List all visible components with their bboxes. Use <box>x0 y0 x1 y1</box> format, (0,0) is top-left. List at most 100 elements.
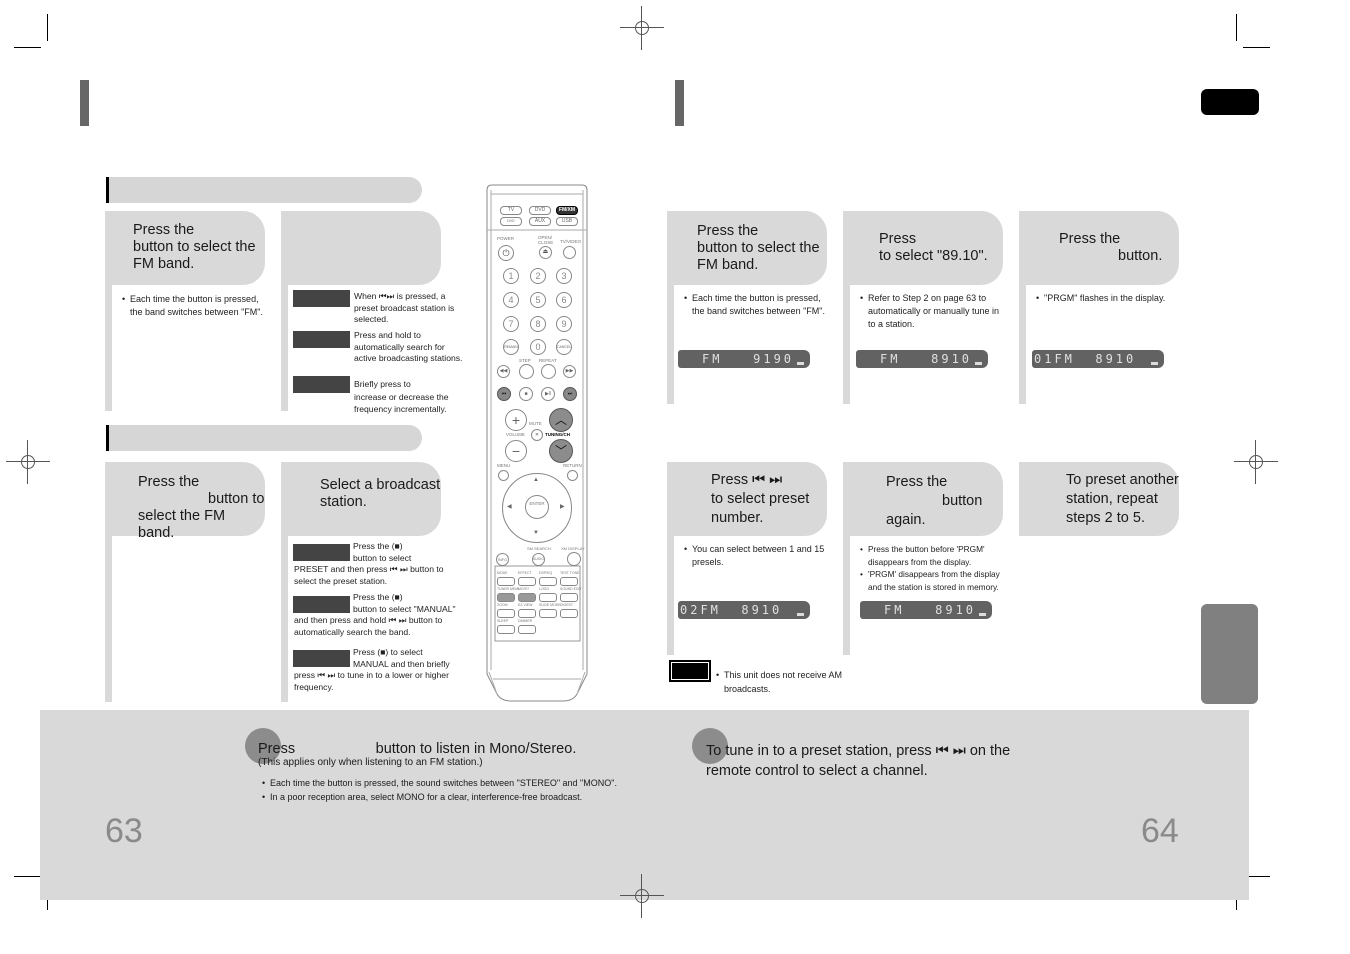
step-heading: Press ⏮ ⏭ to select preset number. <box>667 462 827 536</box>
tuning-down-button[interactable]: ﹀ <box>549 439 573 463</box>
volume-label: VOLUME <box>506 432 526 437</box>
bottom-left-heading: Press button to listen in Mono/Stereo. <box>258 741 577 757</box>
note-text: and then press and hold ⏮ ⏭ button to au… <box>294 615 443 637</box>
heading-line: Select a broadcast <box>320 477 441 493</box>
source-button-aux[interactable]: AUX <box>529 217 551 226</box>
digest-button[interactable] <box>560 609 578 618</box>
lcd-display: 02FM 8910 <box>678 601 810 619</box>
note-text: Press (■) to select <box>353 647 423 657</box>
effect-button[interactable] <box>518 577 536 586</box>
tv-video-label: TV/VIDEO <box>560 239 582 244</box>
volume-down-button[interactable]: − <box>505 440 527 462</box>
step-heading: Select a broadcast station. <box>281 462 441 536</box>
heading-line: station. <box>320 494 367 510</box>
dsp-eq-button[interactable] <box>539 577 557 586</box>
step-heading: Press the button to select the FM band. <box>105 462 265 541</box>
open-close-button[interactable]: ⏏ <box>539 246 552 259</box>
mo-st-button[interactable] <box>518 593 536 602</box>
mute-button[interactable]: ✕ <box>531 429 543 441</box>
lcd-display: FM 9190 <box>678 350 810 368</box>
slide-mode-label: SLIDE MODE <box>539 603 561 607</box>
enter-button[interactable]: ENTER <box>525 495 549 519</box>
digit-button-2[interactable]: 2 <box>530 268 546 284</box>
tuner-memory-label: TUNER MEMORY <box>497 587 519 591</box>
bullet-text: Each time the button is pressed, the ban… <box>122 293 267 319</box>
digit-button-8[interactable]: 8 <box>530 316 546 332</box>
step-rail <box>843 285 850 404</box>
sound-edit-button[interactable] <box>560 593 578 602</box>
heading-line: Press the <box>133 222 195 238</box>
sleep-button[interactable] <box>497 625 515 634</box>
heading-line: again. <box>886 512 926 528</box>
digit-button-7[interactable]: 7 <box>503 316 519 332</box>
logo-button[interactable] <box>539 593 557 602</box>
note-text: Briefly press to <box>354 379 411 389</box>
nav-up-icon[interactable]: ▲ <box>533 477 539 483</box>
heading-line: FM band. <box>133 256 195 272</box>
audio-button[interactable]: AUDIO <box>532 553 545 566</box>
volume-up-button[interactable]: + <box>505 409 527 431</box>
source-button-fm[interactable]: FM/XM <box>556 206 578 215</box>
digit-button-9[interactable]: 9 <box>556 316 572 332</box>
rewind-button[interactable]: ◀◀ <box>497 365 510 378</box>
source-button-dvd[interactable]: DVD <box>529 206 551 215</box>
digit-button-3[interactable]: 3 <box>556 268 572 284</box>
return-button[interactable] <box>567 470 578 481</box>
heading-line: to select preset <box>711 491 810 507</box>
step-rail <box>1019 285 1026 404</box>
source-button-usb[interactable]: USB <box>556 217 578 226</box>
section-header-bar <box>106 425 422 451</box>
xm-display-button[interactable] <box>567 552 581 566</box>
source-button-tv[interactable]: TV <box>500 206 522 215</box>
ez-view-button[interactable] <box>518 609 536 618</box>
skip-forward-button[interactable]: ⏭ <box>563 387 577 401</box>
nav-right-icon[interactable]: ▶ <box>560 503 565 510</box>
sleep-label: SLEEP <box>497 619 509 623</box>
registration-mark <box>620 874 664 918</box>
cancel-button[interactable]: CANCEL <box>556 339 572 355</box>
digit-button-4[interactable]: 4 <box>503 292 519 308</box>
lcd-text: FM 8910 <box>884 603 977 617</box>
heading-line: Press the <box>1059 231 1121 247</box>
repeat-button[interactable] <box>541 364 556 379</box>
dimmer-button[interactable] <box>518 625 536 634</box>
stop-button[interactable]: ■ <box>519 387 533 401</box>
info-button[interactable]: INFO <box>496 553 509 566</box>
digit-button-5[interactable]: 5 <box>530 292 546 308</box>
bullet-text: Refer to Step 2 on page 63 to automatica… <box>860 292 1002 331</box>
digit-button-1[interactable]: 1 <box>503 268 519 284</box>
test-tone-button[interactable] <box>560 577 578 586</box>
skip-back-button[interactable]: ⏮ <box>497 387 511 401</box>
heading-line: Press the <box>697 223 759 239</box>
heading-line: button to select the <box>133 239 256 255</box>
nav-left-icon[interactable]: ◀ <box>507 503 512 510</box>
tuning-up-button[interactable]: ︿ <box>549 408 573 432</box>
step-rail <box>667 536 674 655</box>
dimmer-label: DIMMER <box>518 619 533 623</box>
nav-down-icon[interactable]: ▼ <box>533 530 539 536</box>
digit-button-0[interactable]: 0 <box>530 339 546 355</box>
remain-button[interactable]: REMAIN <box>503 339 519 355</box>
fast-forward-button[interactable]: ▶▶ <box>563 365 576 378</box>
bottom-panel <box>40 710 1249 900</box>
open-close-label: OPEN/ CLOSE <box>538 235 554 245</box>
slide-mode-button[interactable] <box>539 609 557 618</box>
tv-video-button[interactable] <box>563 246 576 259</box>
step-button[interactable] <box>519 364 534 379</box>
zoom-button[interactable] <box>497 609 515 618</box>
digit-button-6[interactable]: 6 <box>556 292 572 308</box>
note-text: MANUAL and then briefly <box>353 658 450 669</box>
step-card: To preset another station, repeat steps 2 … <box>1019 462 1179 655</box>
registration-mark <box>620 6 664 50</box>
note-text: preset broadcast station is selected. <box>354 302 455 325</box>
ez-view-label: EZ VIEW <box>518 603 533 607</box>
play-pause-button[interactable]: ▶‖ <box>541 387 555 401</box>
lcd-display: FM 8910 <box>856 350 988 368</box>
bottom-right-line: To tune in to a preset station, press ⏮ … <box>706 743 1011 759</box>
source-button-dvd-receiver[interactable]: DVD RECEIVER <box>500 217 522 226</box>
menu-button[interactable] <box>498 470 509 481</box>
language-tab <box>1201 89 1259 115</box>
power-button[interactable]: ⏻ <box>498 245 514 261</box>
tuner-memory-button[interactable] <box>497 593 515 602</box>
mode-button[interactable] <box>497 577 515 586</box>
